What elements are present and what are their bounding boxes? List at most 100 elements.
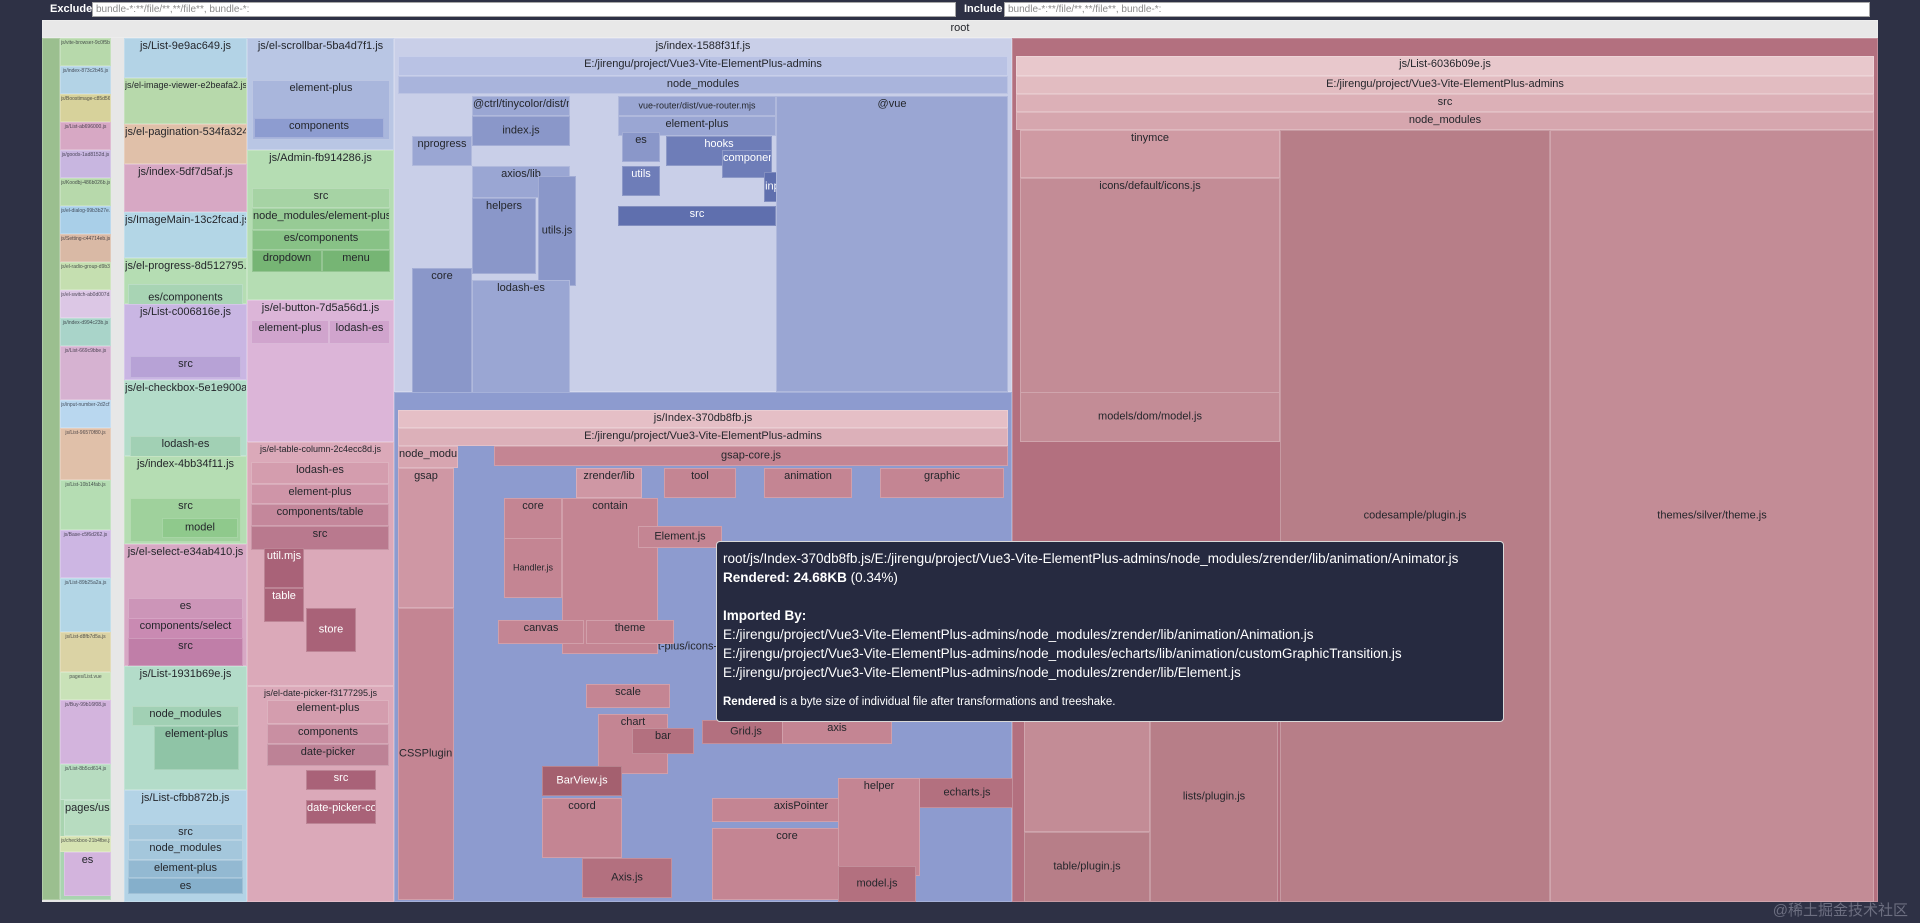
- treemap-node[interactable]: js/index-5df7d5af.js: [124, 164, 247, 212]
- treemap-node[interactable]: vue-router/dist/vue-router.mjs: [618, 96, 776, 116]
- treemap-node[interactable]: js/List-6036b09e.js: [1016, 56, 1874, 76]
- treemap-node[interactable]: E:/jirengu/project/Vue3-Vite-ElementPlus…: [398, 428, 1008, 446]
- treemap-node[interactable]: js/List-669c9bbe.js: [60, 346, 111, 400]
- treemap-node[interactable]: element-plus: [251, 484, 389, 504]
- treemap-node[interactable]: Axis.js: [582, 858, 672, 898]
- treemap-node[interactable]: CSSPlugin.js: [398, 608, 454, 900]
- treemap-node[interactable]: components: [267, 724, 389, 744]
- treemap-node[interactable]: model.js: [838, 866, 916, 902]
- treemap-node[interactable]: src: [306, 770, 376, 790]
- treemap-node[interactable]: table/plugin.js: [1024, 832, 1150, 902]
- treemap-node[interactable]: @ctrl/tinycolor/dist/module: [472, 96, 570, 116]
- treemap-node[interactable]: nprogress: [412, 136, 472, 166]
- treemap-node[interactable]: utils: [622, 166, 660, 196]
- treemap-node[interactable]: element-plus: [128, 860, 243, 878]
- treemap-node[interactable]: scale: [586, 684, 670, 708]
- treemap-node[interactable]: js/checkbox-21b4fbe.js: [60, 836, 111, 852]
- treemap-node[interactable]: graphic: [880, 468, 1004, 498]
- treemap-node[interactable]: menu: [322, 250, 390, 272]
- treemap-node[interactable]: themes/silver/theme.js: [1550, 130, 1874, 902]
- treemap-node[interactable]: helpers: [472, 198, 536, 274]
- treemap-node[interactable]: Grid.js: [702, 720, 790, 744]
- treemap-node[interactable]: js/Index-370db8fb.js: [398, 410, 1008, 428]
- treemap-node[interactable]: lodash-es: [329, 320, 390, 344]
- treemap-node[interactable]: animation: [764, 468, 852, 498]
- treemap-node[interactable]: gsap-core.js: [494, 446, 1008, 466]
- treemap-node[interactable]: es: [622, 132, 660, 162]
- treemap-node[interactable]: zrender/lib: [576, 468, 642, 498]
- treemap-node[interactable]: node_modules: [398, 446, 458, 468]
- treemap-node[interactable]: codesample/plugin.js: [1280, 130, 1550, 902]
- treemap-node[interactable]: models/dom/model.js: [1020, 392, 1280, 442]
- treemap-node[interactable]: util.mjs: [264, 548, 304, 588]
- treemap-node[interactable]: js/List-89b25a2a.js: [60, 578, 111, 632]
- exclude-input[interactable]: [92, 2, 956, 17]
- treemap-node[interactable]: lodash-es: [472, 280, 570, 410]
- treemap-node[interactable]: js/Setting-c44714eb.js: [60, 234, 111, 262]
- treemap-node[interactable]: js/input-number-2d2cf1.js: [60, 400, 111, 428]
- treemap-node[interactable]: bar: [632, 728, 694, 754]
- treemap-node[interactable]: src: [251, 526, 389, 550]
- treemap-node[interactable]: node_modules: [128, 840, 243, 860]
- treemap-node[interactable]: js/List-ab696000.js: [60, 122, 111, 150]
- treemap-node[interactable]: core: [412, 268, 472, 398]
- treemap-node[interactable]: src: [252, 188, 390, 208]
- treemap-node[interactable]: element-plus: [267, 700, 389, 724]
- treemap-node[interactable]: E:/jirengu/project/Vue3-Vite-ElementPlus…: [398, 56, 1008, 76]
- treemap-node[interactable]: index.js: [472, 116, 570, 146]
- treemap-node[interactable]: theme: [586, 620, 674, 644]
- treemap-node[interactable]: BarView.js: [542, 766, 622, 796]
- treemap-node[interactable]: date-picker: [267, 744, 389, 766]
- treemap-node[interactable]: date-picker-com: [306, 800, 376, 824]
- treemap-node[interactable]: [42, 38, 60, 900]
- treemap-node[interactable]: js/List-10b14fab.js: [60, 480, 111, 530]
- treemap-node[interactable]: node_modules: [1016, 112, 1874, 130]
- treemap-node[interactable]: axis: [782, 720, 892, 744]
- treemap-node[interactable]: js/List-9e9ac649.js: [124, 38, 247, 78]
- treemap-node[interactable]: src: [130, 356, 241, 378]
- treemap-node[interactable]: tool: [664, 468, 736, 498]
- treemap-node[interactable]: canvas: [498, 620, 584, 644]
- treemap-node[interactable]: coord: [542, 798, 622, 858]
- treemap-node[interactable]: src: [128, 824, 243, 840]
- treemap-node[interactable]: gsap: [398, 468, 454, 608]
- treemap-node[interactable]: element-plus: [154, 726, 239, 770]
- treemap-node[interactable]: js/ImageMain-13c2fcad.js: [124, 212, 247, 258]
- treemap-node[interactable]: lists/plugin.js: [1150, 692, 1278, 902]
- treemap-node[interactable]: element-plus: [251, 320, 329, 344]
- include-input[interactable]: [1004, 2, 1870, 17]
- treemap-node[interactable]: js/index-873c2b45.js: [60, 66, 111, 94]
- treemap-node[interactable]: dropdown: [252, 250, 322, 272]
- treemap-node[interactable]: js/Base-c5f6d262.js: [60, 530, 111, 578]
- treemap-node[interactable]: Element.js: [638, 526, 722, 548]
- treemap-node[interactable]: src: [618, 206, 776, 226]
- treemap-node[interactable]: js/el-radio-group-d9b38f67.js: [60, 262, 111, 290]
- treemap-node[interactable]: js/Koodbj-486b026b.js: [60, 178, 111, 206]
- treemap-node[interactable]: js/List-8b5cd614.js: [60, 764, 111, 800]
- treemap-node[interactable]: pages/user: [64, 800, 111, 836]
- treemap-node[interactable]: js/goods-1ad8152d.js: [60, 150, 111, 178]
- treemap-node[interactable]: es: [128, 878, 243, 894]
- treemap-node[interactable]: js/List-d8fb7d5a.js: [60, 632, 111, 672]
- treemap-node[interactable]: echarts.js: [918, 778, 1016, 808]
- treemap-node[interactable]: node_modules: [132, 706, 239, 726]
- treemap-node[interactable]: js/el-pagination-534fa324.js: [124, 124, 247, 164]
- treemap-node[interactable]: js/Boostimage-c85d56a.js: [60, 94, 111, 122]
- treemap-node[interactable]: es/components: [252, 230, 390, 250]
- treemap-node[interactable]: js/el-dialog-99b3b27e.js: [60, 206, 111, 234]
- treemap-node[interactable]: table: [264, 588, 304, 622]
- treemap-node[interactable]: components/table: [251, 504, 389, 526]
- treemap-node[interactable]: Handler.js: [504, 538, 562, 598]
- treemap-node[interactable]: utils.js: [538, 176, 576, 286]
- treemap-node[interactable]: store: [306, 608, 356, 652]
- treemap-node[interactable]: js/el-image-viewer-e2beafa2.js: [124, 78, 247, 124]
- treemap-node[interactable]: js/el-switch-ab0d007d.js: [60, 290, 111, 318]
- treemap-node[interactable]: components: [254, 118, 384, 138]
- treemap-node[interactable]: js/List-96570f80.js: [60, 428, 111, 480]
- treemap-node[interactable]: helper: [838, 778, 920, 876]
- treemap-node[interactable]: es: [64, 852, 111, 896]
- treemap-node[interactable]: node_modules: [398, 76, 1008, 94]
- treemap-node[interactable]: src: [128, 638, 243, 666]
- treemap-node[interactable]: js/vite-browser-9c0f5bcb.js: [60, 38, 111, 66]
- treemap-node[interactable]: tinymce: [1020, 130, 1280, 178]
